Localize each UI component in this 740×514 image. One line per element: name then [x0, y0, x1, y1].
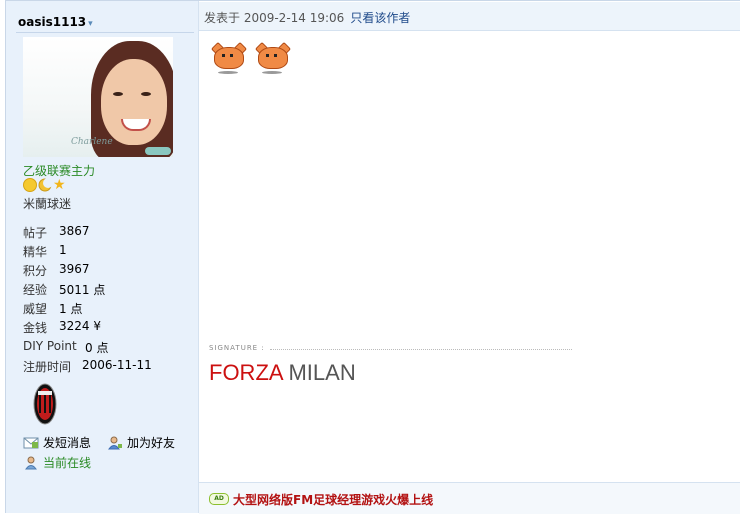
stat-label: 注册时间: [23, 360, 72, 374]
avatar-caption: Charlene: [71, 137, 113, 147]
stat-label: 金钱: [23, 321, 48, 335]
avatar-face: [101, 59, 167, 145]
signature-divider: [270, 349, 572, 350]
add-friend-button[interactable]: 加为好友: [107, 434, 175, 451]
stat-label: 经验: [23, 283, 48, 297]
stat-value: 3967: [59, 262, 90, 276]
send-message-label[interactable]: 发短消息: [43, 434, 91, 451]
stat-experience: 经验 5011 点: [23, 281, 105, 299]
stat-label: 帖子: [23, 226, 48, 240]
stat-diy-point: DIY Point 0 点: [23, 339, 108, 357]
post-header: 发表于 2009-2-14 19:06 只看该作者: [199, 2, 740, 31]
divider: [16, 32, 194, 33]
stat-label: 积分: [23, 264, 48, 278]
stat-value: 0 点: [85, 341, 109, 355]
star-icon: ★: [53, 177, 66, 193]
stat-label: DIY Point: [23, 339, 77, 353]
signature-text: FORZA MILAN: [209, 360, 356, 386]
stat-digest: 精华 1: [23, 243, 67, 261]
pig-emoticon-icon: [210, 41, 248, 76]
stat-posts: 帖子 3867: [23, 224, 90, 242]
signature-text-red: FORZA: [209, 360, 283, 385]
online-status: 当前在线: [23, 454, 91, 471]
post-content: [210, 41, 292, 76]
ad-badge: AD: [209, 493, 229, 505]
stat-value: 3867: [59, 224, 90, 238]
stat-value: 3224 ¥: [59, 319, 101, 333]
chevron-down-icon[interactable]: ▾: [88, 19, 93, 29]
ad-link[interactable]: 大型网络版FM足球经理游戏火爆上线: [233, 491, 433, 508]
user-profile-sidebar: oasis1113 ▾ Charlene 乙级联赛主力 ★ 米蘭球迷 帖子 386…: [6, 1, 199, 513]
avatar: Charlene: [23, 37, 173, 157]
ac-milan-logo-icon: [33, 383, 57, 425]
stat-register-date: 注册时间 2006-11-11: [23, 358, 152, 376]
signature-text-gray: MILAN: [288, 360, 356, 385]
user-group: 米蘭球迷: [23, 197, 72, 211]
avatar-eye: [113, 92, 123, 96]
username[interactable]: oasis1113 ▾: [18, 15, 93, 29]
sun-icon: [23, 178, 37, 192]
stat-value: 1 点: [59, 302, 83, 316]
avatar-badge: [145, 147, 171, 155]
username-text[interactable]: oasis1113: [18, 15, 86, 29]
online-user-icon: [25, 456, 37, 469]
stat-value: 5011 点: [59, 283, 106, 297]
stat-points: 积分 3967: [23, 262, 90, 280]
avatar-eye: [141, 92, 151, 96]
send-message-button[interactable]: 发短消息: [23, 434, 91, 451]
pig-emoticon-icon: [254, 41, 292, 76]
add-friend-label[interactable]: 加为好友: [127, 434, 175, 451]
stat-prestige: 威望 1 点: [23, 300, 82, 318]
post-timestamp: 发表于 2009-2-14 19:06: [204, 11, 345, 25]
stat-money: 金钱 3224 ¥: [23, 319, 101, 337]
add-user-icon: [108, 436, 122, 449]
moon-icon: [38, 178, 52, 192]
stat-value: 1: [59, 243, 67, 257]
stat-label: 精华: [23, 245, 48, 259]
envelope-icon: [23, 437, 39, 448]
ad-bar: AD 大型网络版FM足球经理游戏火爆上线: [199, 482, 740, 514]
stat-label: 威望: [23, 302, 48, 316]
signature-label: SIGNATURE :: [209, 344, 265, 352]
view-author-only-link[interactable]: 只看该作者: [350, 11, 410, 25]
stat-value: 2006-11-11: [82, 358, 152, 372]
rank-icons: ★: [23, 178, 67, 192]
post-meta: 发表于 2009-2-14 19:06 只看该作者: [204, 9, 410, 26]
online-status-label: 当前在线: [43, 456, 92, 470]
